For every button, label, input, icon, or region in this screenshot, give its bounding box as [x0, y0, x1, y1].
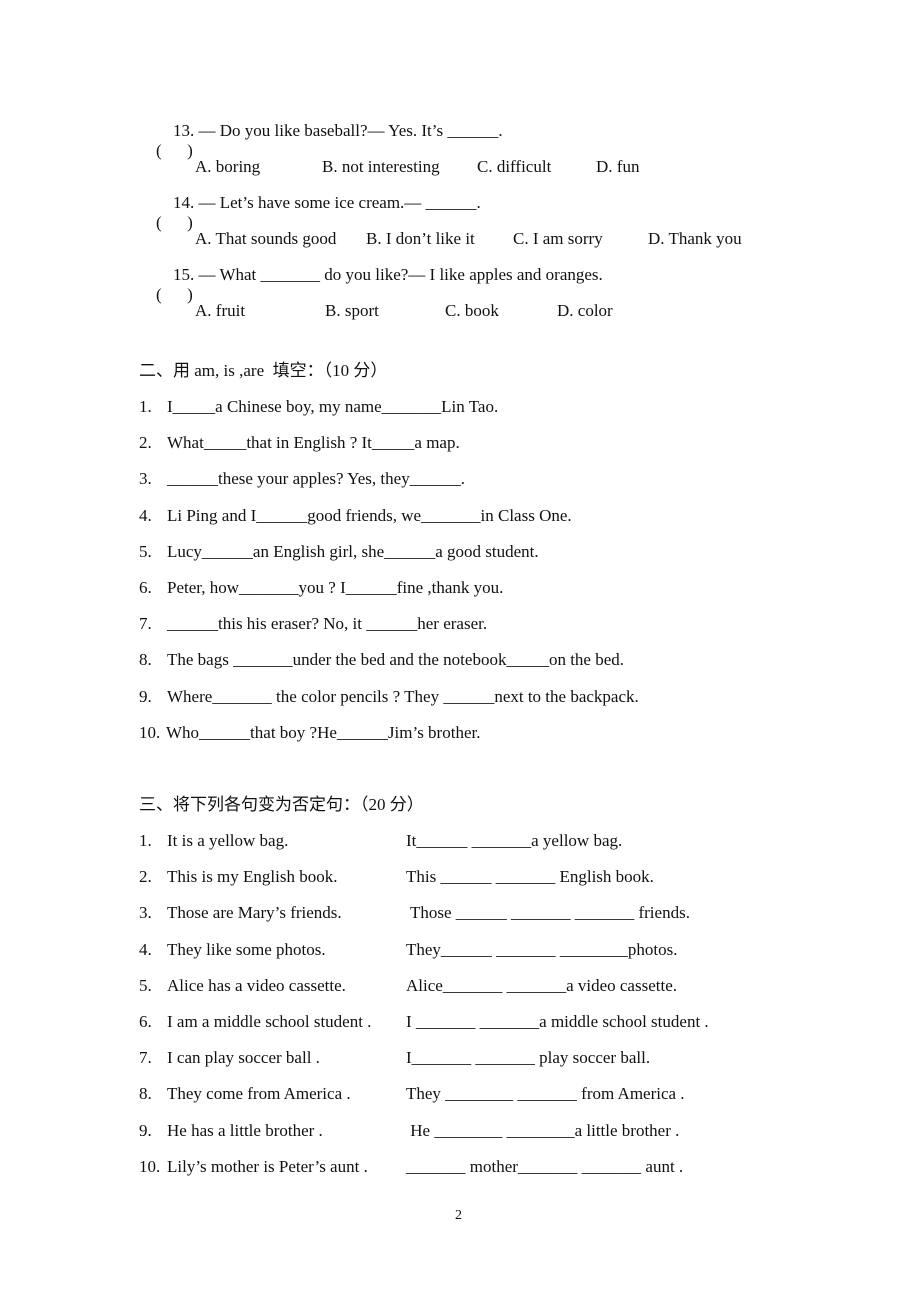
item-number: 3.: [139, 903, 152, 923]
item-number: 6.: [139, 578, 152, 597]
item-number: 3.: [139, 469, 152, 489]
option-a: A. fruit: [195, 301, 246, 320]
item-number: 10.: [139, 1156, 161, 1176]
original-sentence: He has a little brother .: [167, 1120, 323, 1140]
item-number: 5.: [139, 975, 152, 995]
item-number: 6.: [139, 1012, 152, 1031]
option-a: A. boring: [195, 157, 261, 176]
option-d: D. Thank you: [648, 229, 742, 248]
option-d: D. color: [557, 301, 613, 320]
fill-in-sentence[interactable]: Where_______ the color pencils ? They __…: [167, 687, 639, 707]
item-number: 1.: [139, 397, 152, 416]
original-sentence: Lily’s mother is Peter’s aunt .: [167, 1156, 368, 1176]
item-number: 8.: [139, 650, 152, 670]
item-number: 2.: [139, 867, 152, 887]
section-heading: 三、将下列各句变为否定句：（20 分）: [139, 795, 424, 814]
fill-in-sentence[interactable]: Who______that boy ?He______Jim’s brother…: [166, 723, 480, 743]
option-b: B. sport: [325, 301, 379, 320]
fill-in-sentence[interactable]: The bags _______under the bed and the no…: [167, 650, 624, 670]
item-number: 8.: [139, 1084, 152, 1104]
negative-answer[interactable]: They ________ _______ from America .: [406, 1084, 685, 1104]
original-sentence: It is a yellow bag.: [167, 831, 289, 850]
answer-paren[interactable]: ( ): [156, 141, 193, 160]
item-number: 9.: [139, 686, 152, 706]
item-number: 5.: [139, 541, 152, 561]
item-number: 9.: [139, 1120, 152, 1140]
fill-in-sentence[interactable]: ______these your apples? Yes, they______…: [167, 469, 465, 489]
question-15-stem: 15. — What _______ do you like?— I like …: [173, 265, 603, 284]
answer-paren[interactable]: ( ): [156, 285, 193, 304]
original-sentence: I am a middle school student .: [167, 1012, 372, 1031]
fill-in-sentence[interactable]: Li Ping and I______good friends, we_____…: [167, 506, 572, 526]
original-sentence: I can play soccer ball .: [167, 1048, 320, 1068]
negative-answer[interactable]: Alice_______ _______a video cassette.: [406, 976, 677, 996]
option-d: D. fun: [596, 157, 640, 176]
question-13-stem: 13. — Do you like baseball?— Yes. It’s _…: [173, 121, 503, 140]
fill-in-sentence[interactable]: Lucy______an English girl, she______a go…: [167, 542, 539, 562]
negative-answer[interactable]: This ______ _______ English book.: [406, 867, 654, 887]
option-b: B. not interesting: [322, 157, 440, 176]
original-sentence: Alice has a video cassette.: [167, 975, 346, 995]
item-number: 4.: [139, 939, 152, 959]
page-number: 2: [455, 1208, 462, 1223]
negative-answer[interactable]: It______ _______a yellow bag.: [406, 831, 622, 851]
item-number: 2.: [139, 433, 152, 453]
original-sentence: This is my English book.: [167, 867, 338, 887]
negative-answer[interactable]: I_______ _______ play soccer ball.: [406, 1048, 650, 1068]
option-b: B. I don’t like it: [366, 229, 475, 248]
option-c: C. difficult: [477, 157, 552, 176]
option-c: C. book: [445, 301, 499, 320]
item-number: 10.: [139, 722, 161, 742]
original-sentence: Those are Mary’s friends.: [167, 903, 342, 923]
original-sentence: They like some photos.: [167, 939, 326, 959]
negative-answer[interactable]: I _______ _______a middle school student…: [406, 1012, 709, 1032]
option-c: C. I am sorry: [513, 229, 603, 248]
negative-answer[interactable]: Those ______ _______ _______ friends.: [406, 903, 690, 923]
section-heading: 二、用 am, is ,are 填空：（10 分）: [139, 361, 388, 380]
negative-answer[interactable]: They______ _______ ________photos.: [406, 940, 678, 960]
fill-in-sentence[interactable]: Peter, how_______you ? I______fine ,than…: [167, 578, 503, 598]
fill-in-sentence[interactable]: ______this his eraser? No, it ______her …: [167, 614, 487, 634]
negative-answer[interactable]: He ________ ________a little brother .: [406, 1121, 679, 1141]
fill-in-sentence[interactable]: What_____that in English ? It_____a map.: [167, 433, 460, 453]
item-number: 7.: [139, 614, 152, 634]
fill-in-sentence[interactable]: I_____a Chinese boy, my name_______Lin T…: [167, 397, 498, 417]
item-number: 4.: [139, 505, 152, 525]
question-14-stem: 14. — Let’s have some ice cream.— ______…: [173, 193, 481, 212]
item-number: 7.: [139, 1048, 152, 1068]
option-a: A. That sounds good: [195, 229, 337, 248]
answer-paren[interactable]: ( ): [156, 213, 193, 232]
original-sentence: They come from America .: [167, 1084, 351, 1104]
item-number: 1.: [139, 831, 152, 850]
negative-answer[interactable]: _______ mother_______ _______ aunt .: [406, 1157, 683, 1177]
